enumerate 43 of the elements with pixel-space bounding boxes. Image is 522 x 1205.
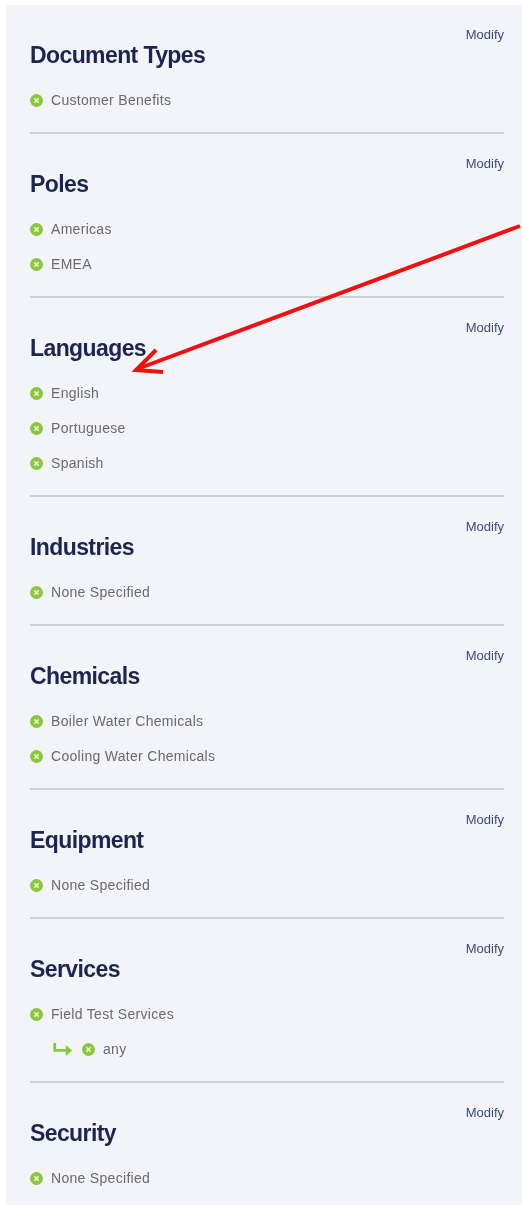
remove-icon[interactable] — [30, 586, 43, 599]
filter-value: Spanish — [51, 454, 104, 473]
remove-icon[interactable] — [30, 879, 43, 892]
section-title: Services — [30, 955, 120, 984]
filter-value: Americas — [51, 220, 112, 239]
filter-value: None Specified — [51, 876, 151, 895]
filter-value: Field Test Services — [51, 1005, 174, 1024]
modify-link[interactable]: Modify — [465, 517, 504, 537]
remove-icon[interactable] — [30, 94, 43, 107]
section-title: Poles — [30, 170, 89, 199]
remove-icon[interactable] — [30, 750, 43, 763]
remove-icon[interactable] — [30, 1172, 43, 1185]
modify-link[interactable]: Modify — [465, 939, 504, 959]
section-title: Document Types — [30, 41, 206, 70]
modify-link[interactable]: Modify — [465, 1103, 504, 1123]
modify-link[interactable]: Modify — [465, 810, 504, 830]
remove-icon[interactable] — [30, 457, 43, 470]
filter-value: None Specified — [51, 583, 151, 602]
filter-value: Boiler Water Chemicals — [51, 712, 204, 731]
filter-value: any — [103, 1040, 127, 1059]
remove-icon[interactable] — [30, 258, 43, 271]
filter-value: Customer Benefits — [51, 91, 172, 110]
filter-value: Cooling Water Chemicals — [51, 747, 216, 766]
filter-value: EMEA — [51, 255, 92, 274]
remove-icon[interactable] — [30, 223, 43, 236]
remove-icon[interactable] — [30, 387, 43, 400]
section-title: Security — [30, 1119, 116, 1148]
filter-value: Portuguese — [51, 419, 126, 438]
modify-link[interactable]: Modify — [465, 25, 504, 45]
sub-item-arrow-icon — [52, 1042, 74, 1057]
modify-link[interactable]: Modify — [465, 154, 504, 174]
modify-link[interactable]: Modify — [465, 646, 504, 666]
section-title: Languages — [30, 334, 146, 363]
section-title: Equipment — [30, 826, 144, 855]
remove-icon[interactable] — [30, 422, 43, 435]
remove-icon[interactable] — [30, 715, 43, 728]
remove-icon[interactable] — [82, 1043, 95, 1056]
section-title: Chemicals — [30, 662, 140, 691]
remove-icon[interactable] — [30, 1008, 43, 1021]
modify-link[interactable]: Modify — [465, 318, 504, 338]
filter-value: English — [51, 384, 100, 403]
filter-value: None Specified — [51, 1169, 151, 1188]
section-title: Industries — [30, 533, 134, 562]
